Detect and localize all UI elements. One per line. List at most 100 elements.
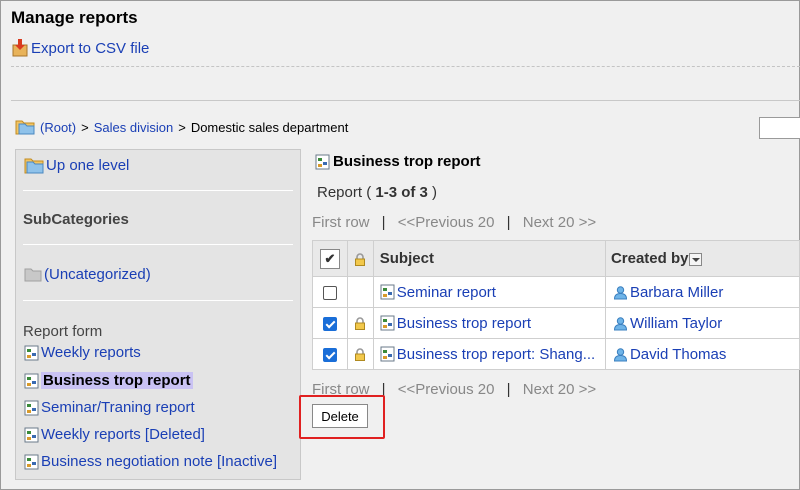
row-lock-cell — [346, 276, 374, 308]
row-subject-cell[interactable]: Business trop report: Shang... — [372, 338, 606, 370]
pager-separator: | — [506, 381, 511, 398]
folder-icon — [15, 120, 35, 135]
form-item-business-negotiation-note[interactable]: Business negotiation note [Inactive] — [24, 453, 277, 470]
divider — [23, 244, 293, 245]
search-input[interactable] — [759, 117, 800, 139]
report-icon — [380, 346, 395, 362]
report-form-heading: Report form — [23, 323, 103, 340]
uncategorized-label[interactable]: (Uncategorized) — [44, 266, 151, 283]
folder-up-icon — [24, 158, 44, 174]
divider — [23, 190, 293, 191]
report-form-icon — [24, 345, 39, 360]
user-icon — [613, 285, 627, 299]
user-icon — [613, 347, 627, 361]
report-form-icon — [315, 154, 330, 169]
sidebar: Up one level SubCategories (Uncategorize… — [15, 149, 301, 480]
creator-link[interactable]: William Taylor — [630, 315, 722, 332]
pager-separator: | — [381, 214, 386, 231]
creator-link[interactable]: Barbara Miller — [630, 284, 723, 301]
subject-header[interactable]: Subject — [372, 240, 606, 277]
row-checkbox[interactable] — [322, 285, 337, 300]
report-form-icon — [24, 373, 39, 388]
row-creator-cell[interactable]: David Thomas — [604, 338, 800, 370]
form-item-weekly-reports-deleted[interactable]: Weekly reports [Deleted] — [24, 426, 205, 443]
row-checkbox-cell[interactable] — [312, 338, 348, 370]
form-item-seminar-training-report[interactable]: Seminar/Traning report — [24, 399, 195, 416]
reports-table: ✔ Subject Created by Seminar report Barba… — [312, 240, 800, 370]
report-form-title-text: Business trop report — [333, 153, 481, 170]
breadcrumb-separator: > — [178, 119, 186, 135]
breadcrumb-current: Domestic sales department — [190, 119, 349, 135]
table-row: Business trop report: Shang... David Thom… — [312, 338, 800, 370]
breadcrumb-root[interactable]: (Root) — [40, 120, 76, 135]
report-count: Report ( 1-3 of 3 ) — [317, 184, 437, 201]
form-item-weekly-reports[interactable]: Weekly reports — [24, 344, 141, 361]
export-csv-link[interactable]: Export to CSV file — [12, 39, 149, 57]
subject-header-label: Subject — [379, 250, 434, 267]
pager-next[interactable]: Next 20 >> — [523, 381, 596, 398]
form-item-label[interactable]: Seminar/Traning report — [41, 399, 195, 416]
row-creator-cell[interactable]: William Taylor — [604, 307, 800, 339]
creator-link[interactable]: David Thomas — [630, 346, 726, 363]
page-title: Manage reports — [11, 8, 138, 27]
report-subject-link[interactable]: Seminar report — [397, 284, 496, 301]
table-row: Business trop report William Taylor — [312, 307, 800, 339]
export-csv-label[interactable]: Export to CSV file — [31, 40, 149, 57]
report-subject-link[interactable]: Business trop report: Shang... — [397, 346, 595, 363]
lock-header — [346, 240, 374, 277]
pager-previous[interactable]: <<Previous 20 — [398, 214, 495, 231]
row-checkbox[interactable] — [322, 347, 337, 362]
pager-next[interactable]: Next 20 >> — [523, 214, 596, 231]
report-icon — [380, 284, 395, 300]
lock-icon — [355, 317, 366, 331]
breadcrumb-sales-division[interactable]: Sales division — [94, 120, 174, 135]
count-suffix: ) — [427, 184, 438, 201]
folder-icon — [24, 268, 42, 282]
up-one-level-link[interactable]: Up one level — [24, 156, 129, 174]
report-form-icon — [24, 427, 39, 442]
count-prefix: Report ( — [317, 184, 376, 201]
table-row: Seminar report Barbara Miller — [312, 276, 800, 308]
uncategorized-link[interactable]: (Uncategorized) — [24, 266, 151, 283]
row-creator-cell[interactable]: Barbara Miller — [604, 276, 800, 308]
form-item-label[interactable]: Weekly reports — [41, 344, 141, 361]
created-by-header-label: Created by — [610, 250, 689, 267]
pager-previous[interactable]: <<Previous 20 — [398, 381, 495, 398]
form-item-label[interactable]: Weekly reports [Deleted] — [41, 426, 205, 443]
row-subject-cell[interactable]: Business trop report — [372, 307, 606, 339]
divider — [23, 300, 293, 301]
report-form-icon — [24, 454, 39, 469]
count-range: 1-3 of 3 — [375, 184, 428, 201]
pager-top: First row | <<Previous 20 | Next 20 >> — [312, 214, 596, 231]
row-checkbox-cell[interactable] — [312, 307, 348, 339]
row-lock-cell — [346, 307, 374, 339]
breadcrumb-separator: > — [81, 119, 89, 135]
sort-dropdown-icon[interactable] — [689, 252, 703, 266]
pager-separator: | — [506, 214, 511, 231]
table-header-row: ✔ Subject Created by — [312, 240, 800, 277]
form-item-label[interactable]: Business negotiation note [Inactive] — [41, 453, 277, 470]
report-form-icon — [24, 400, 39, 415]
user-icon — [613, 316, 627, 330]
lock-icon — [355, 348, 366, 362]
export-icon — [12, 39, 28, 57]
report-icon — [380, 315, 395, 331]
form-item-label-selected[interactable]: Business trop report — [41, 372, 193, 389]
row-checkbox-cell[interactable] — [312, 276, 348, 308]
lock-icon — [355, 252, 366, 266]
up-one-level-label[interactable]: Up one level — [46, 157, 129, 174]
report-form-title: Business trop report — [315, 153, 481, 170]
row-lock-cell — [346, 338, 374, 370]
row-subject-cell[interactable]: Seminar report — [372, 276, 606, 308]
row-checkbox[interactable] — [322, 316, 337, 331]
form-item-business-trop-report[interactable]: Business trop report — [24, 372, 193, 389]
pager-first[interactable]: First row — [312, 214, 370, 231]
select-all-checkbox[interactable]: ✔ — [319, 248, 340, 269]
select-all-header[interactable]: ✔ — [312, 240, 348, 277]
report-subject-link[interactable]: Business trop report — [397, 315, 531, 332]
divider — [11, 66, 800, 67]
subcategories-heading: SubCategories — [23, 211, 129, 228]
divider — [11, 100, 800, 101]
created-by-header[interactable]: Created by — [604, 240, 800, 277]
highlight-box — [299, 395, 385, 439]
